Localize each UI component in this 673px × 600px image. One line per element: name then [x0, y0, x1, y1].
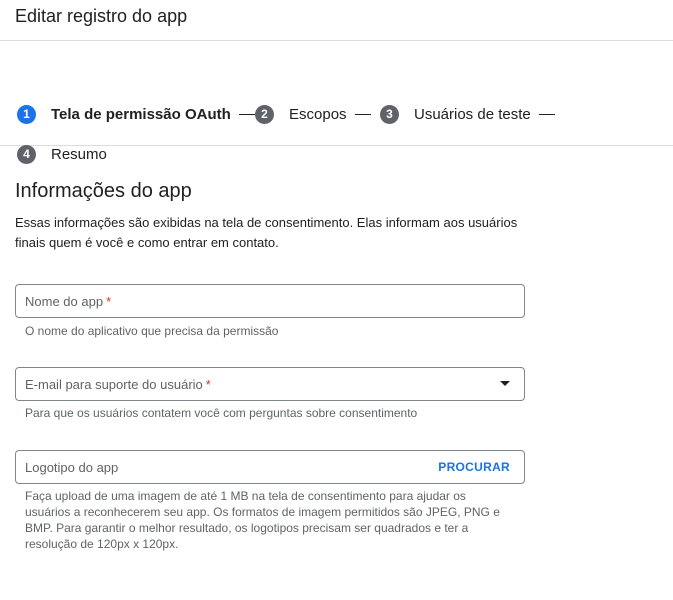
step-oauth-consent[interactable]: 1 Tela de permissão OAuth — [17, 102, 255, 126]
step-connector — [538, 113, 555, 115]
step-number-badge: 2 — [255, 104, 274, 124]
app-logo-label: Logotipo do app — [25, 459, 119, 475]
browse-button[interactable]: PROCURAR — [438, 460, 510, 474]
step-label: Tela de permissão OAuth — [51, 105, 231, 123]
header: Editar registro do app — [0, 0, 673, 41]
step-label: Resumo — [51, 145, 107, 163]
section-title: Informações do app — [15, 180, 192, 202]
support-email-label: E-mail para suporte do usuário * — [25, 376, 211, 392]
step-scopes[interactable]: 2 Escopos — [255, 102, 371, 126]
required-mark: * — [106, 293, 112, 309]
page-title: Editar registro do app — [15, 6, 188, 26]
required-mark: * — [205, 376, 211, 392]
stepper: 1 Tela de permissão OAuth 2 Escopos 3 Us… — [0, 41, 673, 164]
step-label: Escopos — [289, 105, 347, 123]
support-email-hint: Para que os usuários contatem você com p… — [25, 406, 418, 420]
step-connector — [354, 113, 371, 115]
section-description: Essas informações são exibidas na tela d… — [15, 215, 518, 250]
step-number-badge: 1 — [17, 104, 36, 124]
support-email-select[interactable]: E-mail para suporte do usuário * — [15, 367, 525, 401]
step-summary[interactable]: 4 Resumo — [17, 142, 107, 166]
step-label: Usuários de teste — [414, 105, 531, 123]
dropdown-arrow-icon — [500, 381, 510, 386]
step-number-badge: 4 — [17, 144, 36, 164]
app-name-input[interactable]: Nome do app * — [15, 284, 525, 318]
app-logo-hint: Faça upload de uma imagem de até 1 MB na… — [25, 489, 500, 551]
app-logo-field: Logotipo do app PROCURAR — [15, 450, 525, 484]
app-name-hint: O nome do aplicativo que precisa da perm… — [25, 324, 279, 338]
step-number-badge: 3 — [380, 104, 399, 124]
step-connector — [238, 113, 255, 115]
app-name-label: Nome do app * — [25, 293, 112, 309]
step-test-users[interactable]: 3 Usuários de teste — [380, 102, 555, 126]
